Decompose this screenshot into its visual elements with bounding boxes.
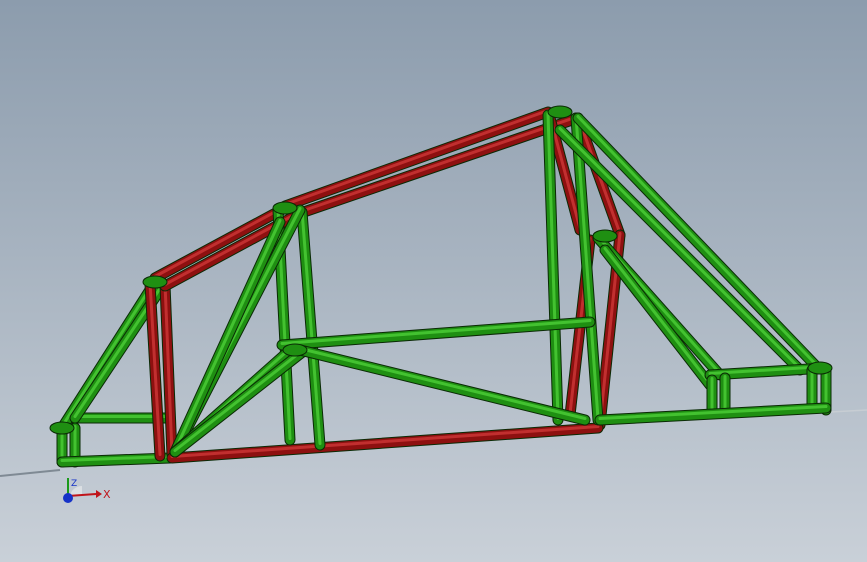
- coordinate-triad-icon: X Z: [63, 478, 111, 503]
- node-joint-2[interactable]: [272, 201, 298, 215]
- triad-origin: [63, 493, 73, 503]
- ground-line: [0, 469, 61, 477]
- tube-rear-diagonal-outer[interactable]: [56, 276, 161, 434]
- tube-roof-rail-main-2[interactable]: [292, 112, 584, 220]
- tube-front-bottom-rail[interactable]: [594, 402, 832, 426]
- node-joint-7[interactable]: [807, 361, 833, 375]
- tube-long-diagonal[interactable]: [294, 344, 591, 426]
- triad-z-label: Z: [71, 479, 77, 489]
- tube-mid-rail[interactable]: [276, 316, 596, 351]
- node-joint-3[interactable]: [547, 105, 573, 119]
- tube-rear-cross-upper[interactable]: [64, 412, 171, 424]
- tube-b-pillar-front[interactable]: [296, 206, 326, 451]
- tube-roof-rail-main-1[interactable]: [279, 106, 554, 212]
- ground-line-right: [829, 409, 867, 413]
- graphics-viewport[interactable]: X Z: [0, 0, 867, 562]
- node-joint-6[interactable]: [49, 421, 75, 435]
- node-joint-5[interactable]: [282, 343, 308, 357]
- tube-rear-pillar-outer[interactable]: [144, 278, 166, 462]
- tube-rear-bottom-rail[interactable]: [56, 452, 176, 468]
- tube-rear-pillar-inner[interactable]: [159, 279, 178, 461]
- node-joint-4[interactable]: [592, 229, 618, 243]
- triad-x-label: X: [103, 488, 111, 501]
- tube-bottom-rail-main[interactable]: [166, 422, 604, 464]
- frame-model[interactable]: [0, 0, 867, 562]
- node-joint-1[interactable]: [142, 275, 168, 289]
